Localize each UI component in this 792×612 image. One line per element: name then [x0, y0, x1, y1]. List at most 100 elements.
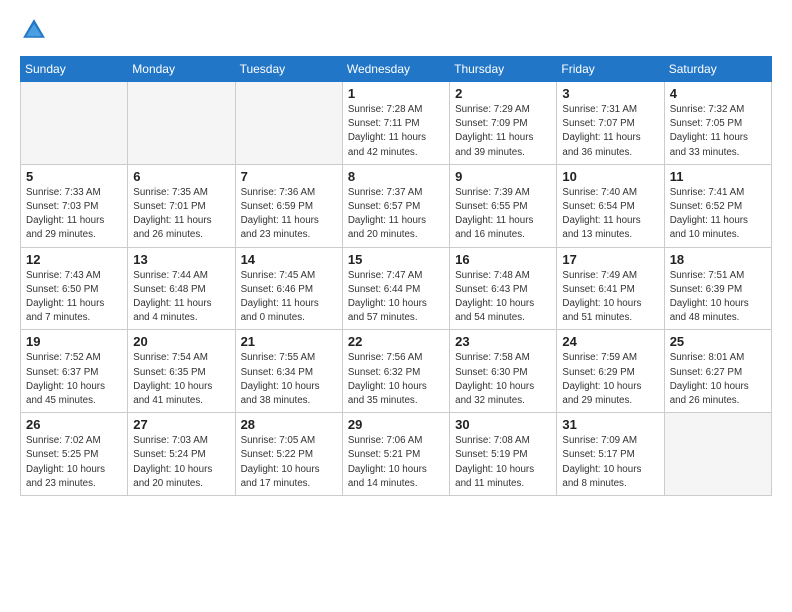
day-number: 7 — [241, 169, 338, 184]
logo — [20, 16, 52, 44]
weekday-header-sunday: Sunday — [21, 57, 128, 82]
day-info: Sunrise: 8:01 AM Sunset: 6:27 PM Dayligh… — [670, 351, 767, 408]
calendar-cell: 22 Sunrise: 7:56 AM Sunset: 6:32 PM Dayli… — [342, 330, 449, 413]
page: SundayMondayTuesdayWednesdayThursdayFrid… — [0, 0, 792, 612]
calendar-cell: 1Sunrise: 7:28 AM Sunset: 7:11 PM Daylig… — [342, 82, 449, 165]
day-info: Sunrise: 7:32 AM Sunset: 7:05 PM Dayligh… — [670, 103, 767, 160]
day-info: Sunrise: 7:52 AM Sunset: 6:37 PM Dayligh… — [26, 351, 123, 408]
day-info: Sunrise: 7:03 AM Sunset: 5:24 PM Dayligh… — [133, 434, 230, 491]
day-info: Sunrise: 7:37 AM Sunset: 6:57 PM Dayligh… — [348, 186, 445, 243]
day-number: 23 — [455, 334, 552, 349]
header — [20, 16, 772, 44]
day-number: 26 — [26, 417, 123, 432]
calendar-cell: 5 Sunrise: 7:33 AM Sunset: 7:03 PM Daylig… — [21, 164, 128, 247]
day-info: Sunrise: 7:54 AM Sunset: 6:35 PM Dayligh… — [133, 351, 230, 408]
weekday-header-wednesday: Wednesday — [342, 57, 449, 82]
day-info: Sunrise: 7:55 AM Sunset: 6:34 PM Dayligh… — [241, 351, 338, 408]
calendar-cell: 4 Sunrise: 7:32 AM Sunset: 7:05 PM Daylig… — [664, 82, 771, 165]
day-info: Sunrise: 7:05 AM Sunset: 5:22 PM Dayligh… — [241, 434, 338, 491]
weekday-header-thursday: Thursday — [450, 57, 557, 82]
calendar-cell: 30 Sunrise: 7:08 AM Sunset: 5:19 PM Dayli… — [450, 413, 557, 496]
day-number: 24 — [562, 334, 659, 349]
day-info: Sunrise: 7:08 AM Sunset: 5:19 PM Dayligh… — [455, 434, 552, 491]
calendar-cell: 31 Sunrise: 7:09 AM Sunset: 5:17 PM Dayli… — [557, 413, 664, 496]
day-info: Sunrise: 7:43 AM Sunset: 6:50 PM Dayligh… — [26, 269, 123, 326]
day-info: Sunrise: 7:29 AM Sunset: 7:09 PM Dayligh… — [455, 103, 552, 160]
day-info: Sunrise: 7:02 AM Sunset: 5:25 PM Dayligh… — [26, 434, 123, 491]
day-info: Sunrise: 7:09 AM Sunset: 5:17 PM Dayligh… — [562, 434, 659, 491]
calendar-cell — [21, 82, 128, 165]
calendar-cell: 14 Sunrise: 7:45 AM Sunset: 6:46 PM Dayli… — [235, 247, 342, 330]
day-number: 9 — [455, 169, 552, 184]
day-number: 13 — [133, 252, 230, 267]
calendar-cell: 11 Sunrise: 7:41 AM Sunset: 6:52 PM Dayli… — [664, 164, 771, 247]
week-row-4: 26 Sunrise: 7:02 AM Sunset: 5:25 PM Dayli… — [21, 413, 772, 496]
weekday-header-row: SundayMondayTuesdayWednesdayThursdayFrid… — [21, 57, 772, 82]
calendar-cell: 10Sunrise: 7:40 AM Sunset: 6:54 PM Dayli… — [557, 164, 664, 247]
calendar-cell: 8Sunrise: 7:37 AM Sunset: 6:57 PM Daylig… — [342, 164, 449, 247]
calendar-cell: 28 Sunrise: 7:05 AM Sunset: 5:22 PM Dayli… — [235, 413, 342, 496]
calendar-cell: 21 Sunrise: 7:55 AM Sunset: 6:34 PM Dayli… — [235, 330, 342, 413]
calendar-cell: 18 Sunrise: 7:51 AM Sunset: 6:39 PM Dayli… — [664, 247, 771, 330]
day-number: 3 — [562, 86, 659, 101]
day-info: Sunrise: 7:51 AM Sunset: 6:39 PM Dayligh… — [670, 269, 767, 326]
day-number: 14 — [241, 252, 338, 267]
day-number: 21 — [241, 334, 338, 349]
day-number: 27 — [133, 417, 230, 432]
calendar-cell: 9 Sunrise: 7:39 AM Sunset: 6:55 PM Daylig… — [450, 164, 557, 247]
day-number: 4 — [670, 86, 767, 101]
day-info: Sunrise: 7:47 AM Sunset: 6:44 PM Dayligh… — [348, 269, 445, 326]
calendar-cell: 27 Sunrise: 7:03 AM Sunset: 5:24 PM Dayli… — [128, 413, 235, 496]
day-number: 29 — [348, 417, 445, 432]
day-info: Sunrise: 7:33 AM Sunset: 7:03 PM Dayligh… — [26, 186, 123, 243]
weekday-header-saturday: Saturday — [664, 57, 771, 82]
day-info: Sunrise: 7:36 AM Sunset: 6:59 PM Dayligh… — [241, 186, 338, 243]
weekday-header-tuesday: Tuesday — [235, 57, 342, 82]
day-number: 31 — [562, 417, 659, 432]
day-info: Sunrise: 7:48 AM Sunset: 6:43 PM Dayligh… — [455, 269, 552, 326]
calendar-cell: 2Sunrise: 7:29 AM Sunset: 7:09 PM Daylig… — [450, 82, 557, 165]
day-info: Sunrise: 7:56 AM Sunset: 6:32 PM Dayligh… — [348, 351, 445, 408]
day-info: Sunrise: 7:31 AM Sunset: 7:07 PM Dayligh… — [562, 103, 659, 160]
calendar-cell: 7 Sunrise: 7:36 AM Sunset: 6:59 PM Daylig… — [235, 164, 342, 247]
day-number: 11 — [670, 169, 767, 184]
day-info: Sunrise: 7:41 AM Sunset: 6:52 PM Dayligh… — [670, 186, 767, 243]
day-number: 28 — [241, 417, 338, 432]
calendar-cell: 26 Sunrise: 7:02 AM Sunset: 5:25 PM Dayli… — [21, 413, 128, 496]
calendar-cell: 3 Sunrise: 7:31 AM Sunset: 7:07 PM Daylig… — [557, 82, 664, 165]
day-number: 15 — [348, 252, 445, 267]
weekday-header-monday: Monday — [128, 57, 235, 82]
week-row-0: 1Sunrise: 7:28 AM Sunset: 7:11 PM Daylig… — [21, 82, 772, 165]
day-number: 16 — [455, 252, 552, 267]
calendar-cell: 29 Sunrise: 7:06 AM Sunset: 5:21 PM Dayli… — [342, 413, 449, 496]
day-info: Sunrise: 7:59 AM Sunset: 6:29 PM Dayligh… — [562, 351, 659, 408]
day-info: Sunrise: 7:45 AM Sunset: 6:46 PM Dayligh… — [241, 269, 338, 326]
logo-icon — [20, 16, 48, 44]
day-info: Sunrise: 7:06 AM Sunset: 5:21 PM Dayligh… — [348, 434, 445, 491]
day-number: 10 — [562, 169, 659, 184]
week-row-3: 19 Sunrise: 7:52 AM Sunset: 6:37 PM Dayli… — [21, 330, 772, 413]
day-number: 5 — [26, 169, 123, 184]
calendar-cell: 17Sunrise: 7:49 AM Sunset: 6:41 PM Dayli… — [557, 247, 664, 330]
week-row-2: 12 Sunrise: 7:43 AM Sunset: 6:50 PM Dayli… — [21, 247, 772, 330]
day-number: 19 — [26, 334, 123, 349]
day-number: 22 — [348, 334, 445, 349]
day-info: Sunrise: 7:44 AM Sunset: 6:48 PM Dayligh… — [133, 269, 230, 326]
day-number: 12 — [26, 252, 123, 267]
week-row-1: 5 Sunrise: 7:33 AM Sunset: 7:03 PM Daylig… — [21, 164, 772, 247]
day-info: Sunrise: 7:39 AM Sunset: 6:55 PM Dayligh… — [455, 186, 552, 243]
day-number: 17 — [562, 252, 659, 267]
day-info: Sunrise: 7:35 AM Sunset: 7:01 PM Dayligh… — [133, 186, 230, 243]
calendar-cell: 12 Sunrise: 7:43 AM Sunset: 6:50 PM Dayli… — [21, 247, 128, 330]
calendar-cell: 24 Sunrise: 7:59 AM Sunset: 6:29 PM Dayli… — [557, 330, 664, 413]
day-number: 30 — [455, 417, 552, 432]
day-info: Sunrise: 7:58 AM Sunset: 6:30 PM Dayligh… — [455, 351, 552, 408]
calendar-cell: 16 Sunrise: 7:48 AM Sunset: 6:43 PM Dayli… — [450, 247, 557, 330]
calendar-cell: 23 Sunrise: 7:58 AM Sunset: 6:30 PM Dayli… — [450, 330, 557, 413]
day-number: 25 — [670, 334, 767, 349]
day-number: 18 — [670, 252, 767, 267]
weekday-header-friday: Friday — [557, 57, 664, 82]
calendar-cell: 19 Sunrise: 7:52 AM Sunset: 6:37 PM Dayli… — [21, 330, 128, 413]
calendar-cell — [664, 413, 771, 496]
day-info: Sunrise: 7:28 AM Sunset: 7:11 PM Dayligh… — [348, 103, 445, 160]
